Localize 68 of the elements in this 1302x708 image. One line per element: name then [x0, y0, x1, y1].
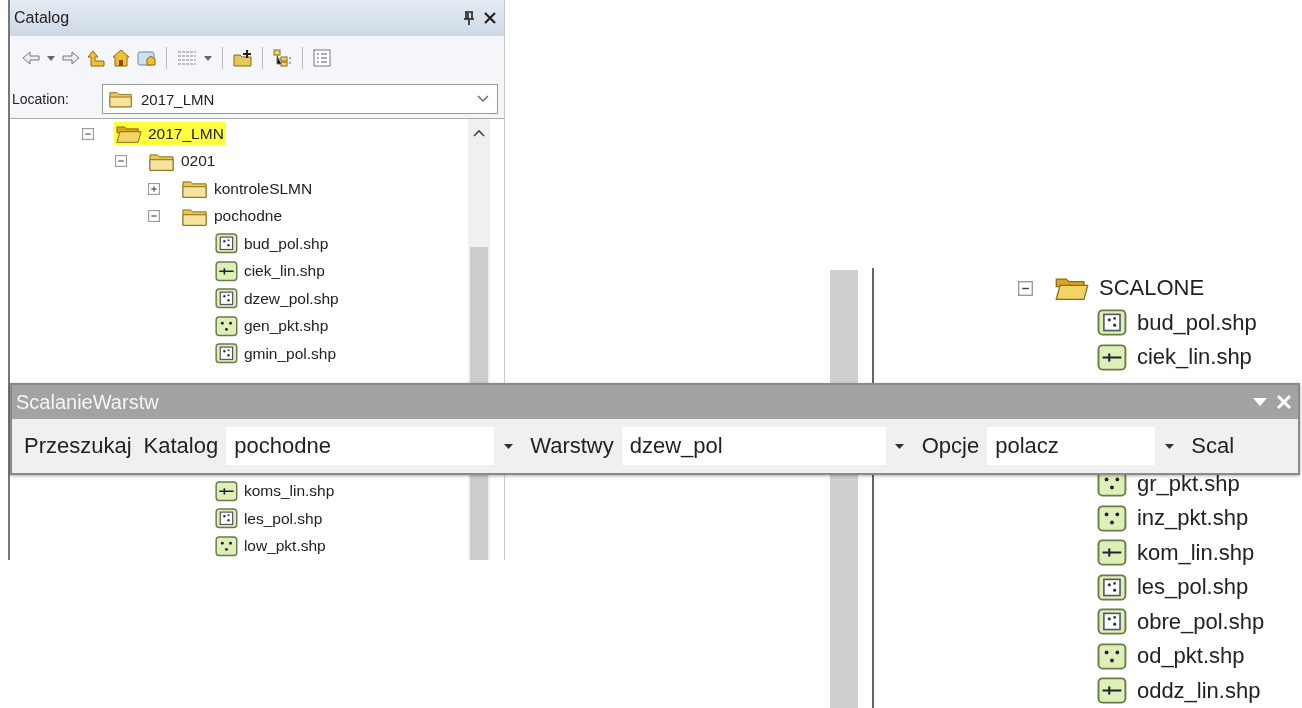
line-layer-icon [215, 480, 238, 502]
line-layer-icon [1097, 539, 1127, 567]
panel-title: Catalog [14, 9, 70, 27]
polygon-layer-icon [1097, 309, 1127, 337]
layers-combo[interactable]: dzew_pol [621, 427, 914, 465]
pin-icon[interactable] [463, 11, 475, 25]
polygon-layer-icon [215, 233, 238, 255]
layers-label: Warstwy [529, 433, 615, 459]
tree-item[interactable]: ciek_lin.shp [213, 259, 327, 283]
options-combo[interactable]: polacz [987, 427, 1184, 465]
tree-item[interactable]: SCALONE [1053, 273, 1207, 304]
chevron-icon[interactable] [477, 95, 489, 103]
tree-item[interactable]: obre_pol.shp [1095, 607, 1267, 637]
close-icon[interactable] [484, 12, 496, 24]
tree-item[interactable]: kom_lin.shp [1095, 538, 1257, 568]
up-arrow-icon[interactable] [87, 49, 105, 67]
folder-icon [182, 178, 208, 200]
window-title: ScalanieWarstw [16, 390, 159, 414]
point-layer-icon [215, 535, 238, 557]
options-label: Opcje [920, 433, 981, 459]
polygon-layer-icon [215, 343, 238, 365]
tree-item[interactable]: inz_pkt.shp [1095, 503, 1251, 533]
catalog-combo[interactable]: pochodne [226, 427, 523, 465]
tree-view-icon[interactable] [273, 49, 292, 67]
tree-item[interactable]: od_pkt.shp [1095, 641, 1247, 671]
open-folder-icon [116, 123, 142, 145]
location-label: Location: [12, 91, 70, 107]
polygon-layer-icon [1097, 608, 1127, 636]
new-folder-icon[interactable] [233, 49, 252, 67]
home-icon[interactable] [112, 49, 130, 67]
line-layer-icon [1097, 677, 1127, 705]
tree-item[interactable]: dzew_pol.shp [213, 287, 341, 311]
tree-item[interactable]: bud_pol.shp [213, 232, 331, 256]
point-layer-icon [1097, 504, 1127, 532]
point-layer-icon [215, 315, 238, 337]
point-layer-icon [1097, 642, 1127, 670]
dropdown-icon[interactable] [503, 443, 513, 449]
expand-icon[interactable] [148, 182, 160, 195]
scroll-up-icon[interactable] [473, 129, 485, 137]
dropdown-icon[interactable] [1164, 443, 1174, 449]
polygon-layer-icon [1097, 573, 1127, 601]
back-icon[interactable] [22, 50, 40, 66]
location-field[interactable]: 2017_LMN [102, 84, 498, 114]
tree-item[interactable]: 0201 [147, 149, 218, 173]
tree-item[interactable]: gmin_pol.shp [213, 342, 339, 366]
folder-connect-icon[interactable] [137, 49, 156, 67]
tree-item[interactable]: ciek_lin.shp [1095, 342, 1254, 372]
forward-icon[interactable] [62, 50, 80, 66]
polygon-layer-icon [215, 288, 238, 310]
tree-item[interactable]: pochodne [180, 204, 285, 228]
collapse-icon[interactable] [1018, 280, 1033, 296]
tree-item[interactable]: gen_pkt.shp [213, 314, 331, 338]
tree-item[interactable]: bud_pol.shp [1095, 308, 1259, 338]
line-layer-icon [215, 260, 238, 282]
dropdown-icon[interactable] [895, 443, 905, 449]
tree-item[interactable]: oddz_lin.shp [1095, 676, 1263, 706]
caret-icon[interactable] [204, 55, 212, 61]
polygon-layer-icon [215, 508, 238, 530]
tree-item[interactable]: les_pol.shp [1095, 572, 1251, 602]
caret-icon[interactable] [47, 55, 55, 61]
tree-item[interactable]: kontroleSLMN [180, 177, 315, 201]
folder-icon [109, 89, 133, 109]
tree-item[interactable]: 2017_LMN [114, 122, 226, 146]
catalog-label: Katalog [142, 433, 220, 459]
tree-item[interactable]: koms_lin.shp [213, 479, 337, 503]
tree-item[interactable]: low_pkt.shp [213, 534, 328, 558]
tree-item[interactable]: les_pol.shp [213, 507, 325, 531]
line-layer-icon [1097, 343, 1127, 371]
